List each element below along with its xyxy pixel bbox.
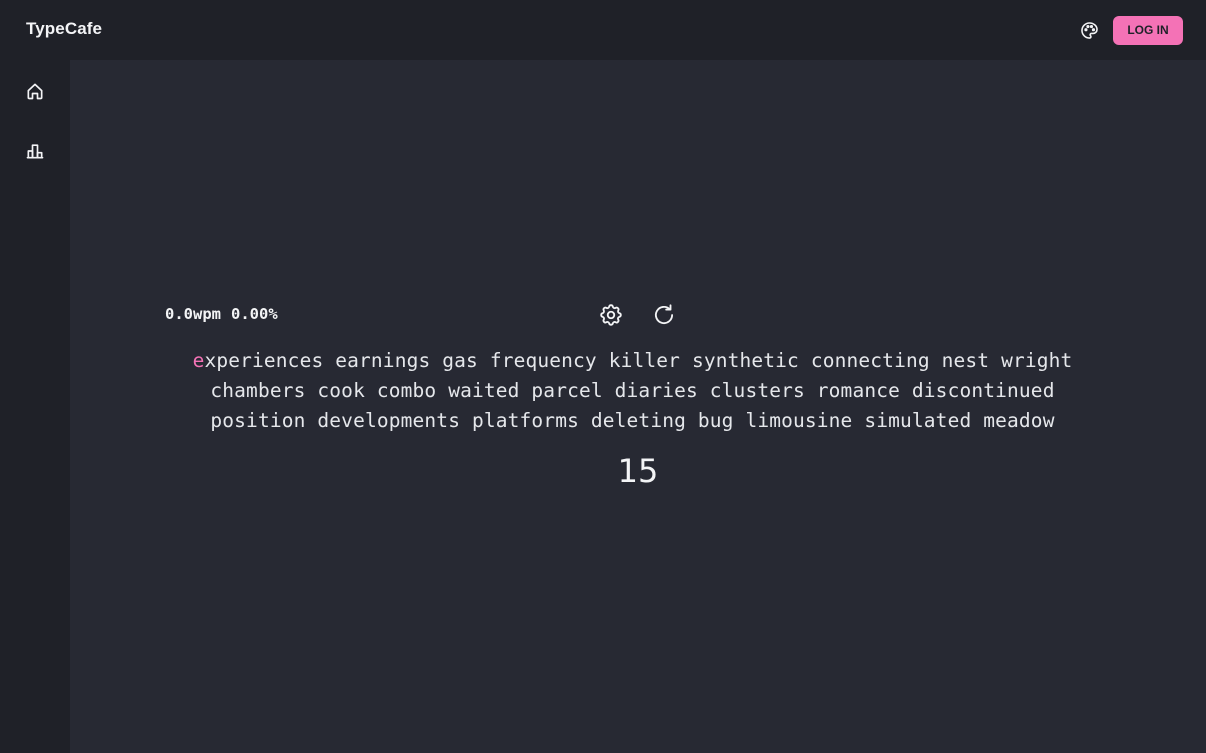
- sidebar: [0, 60, 70, 753]
- accuracy-value: 0.00: [231, 305, 269, 323]
- current-char: e: [192, 349, 205, 372]
- accuracy-unit: %: [268, 305, 278, 323]
- restart-icon[interactable]: [651, 302, 677, 328]
- line-1-rest: xperiences earnings gas frequency killer…: [204, 349, 1073, 372]
- wpm-unit: wpm: [193, 305, 221, 323]
- countdown-timer: 15: [617, 452, 659, 490]
- gear-icon[interactable]: [598, 302, 624, 328]
- text-line-2: chambers cook combo waited parcel diarie…: [210, 379, 1055, 402]
- stats-readout: 0.0wpm 0.00%: [165, 305, 278, 323]
- wpm-value: 0.0: [165, 305, 193, 323]
- palette-icon[interactable]: [1080, 21, 1099, 40]
- text-line-3: position developments platforms deleting…: [210, 409, 1055, 432]
- login-button[interactable]: LOG IN: [1113, 16, 1183, 45]
- typing-text[interactable]: experiences earnings gas frequency kille…: [150, 346, 1115, 436]
- leaderboard-icon[interactable]: [25, 141, 45, 161]
- app-logo[interactable]: TypeCafe: [26, 19, 102, 39]
- text-line-1: experiences earnings gas frequency kille…: [150, 346, 1115, 376]
- home-icon[interactable]: [25, 81, 45, 101]
- top-bar: TypeCafe LOG IN: [0, 0, 1206, 60]
